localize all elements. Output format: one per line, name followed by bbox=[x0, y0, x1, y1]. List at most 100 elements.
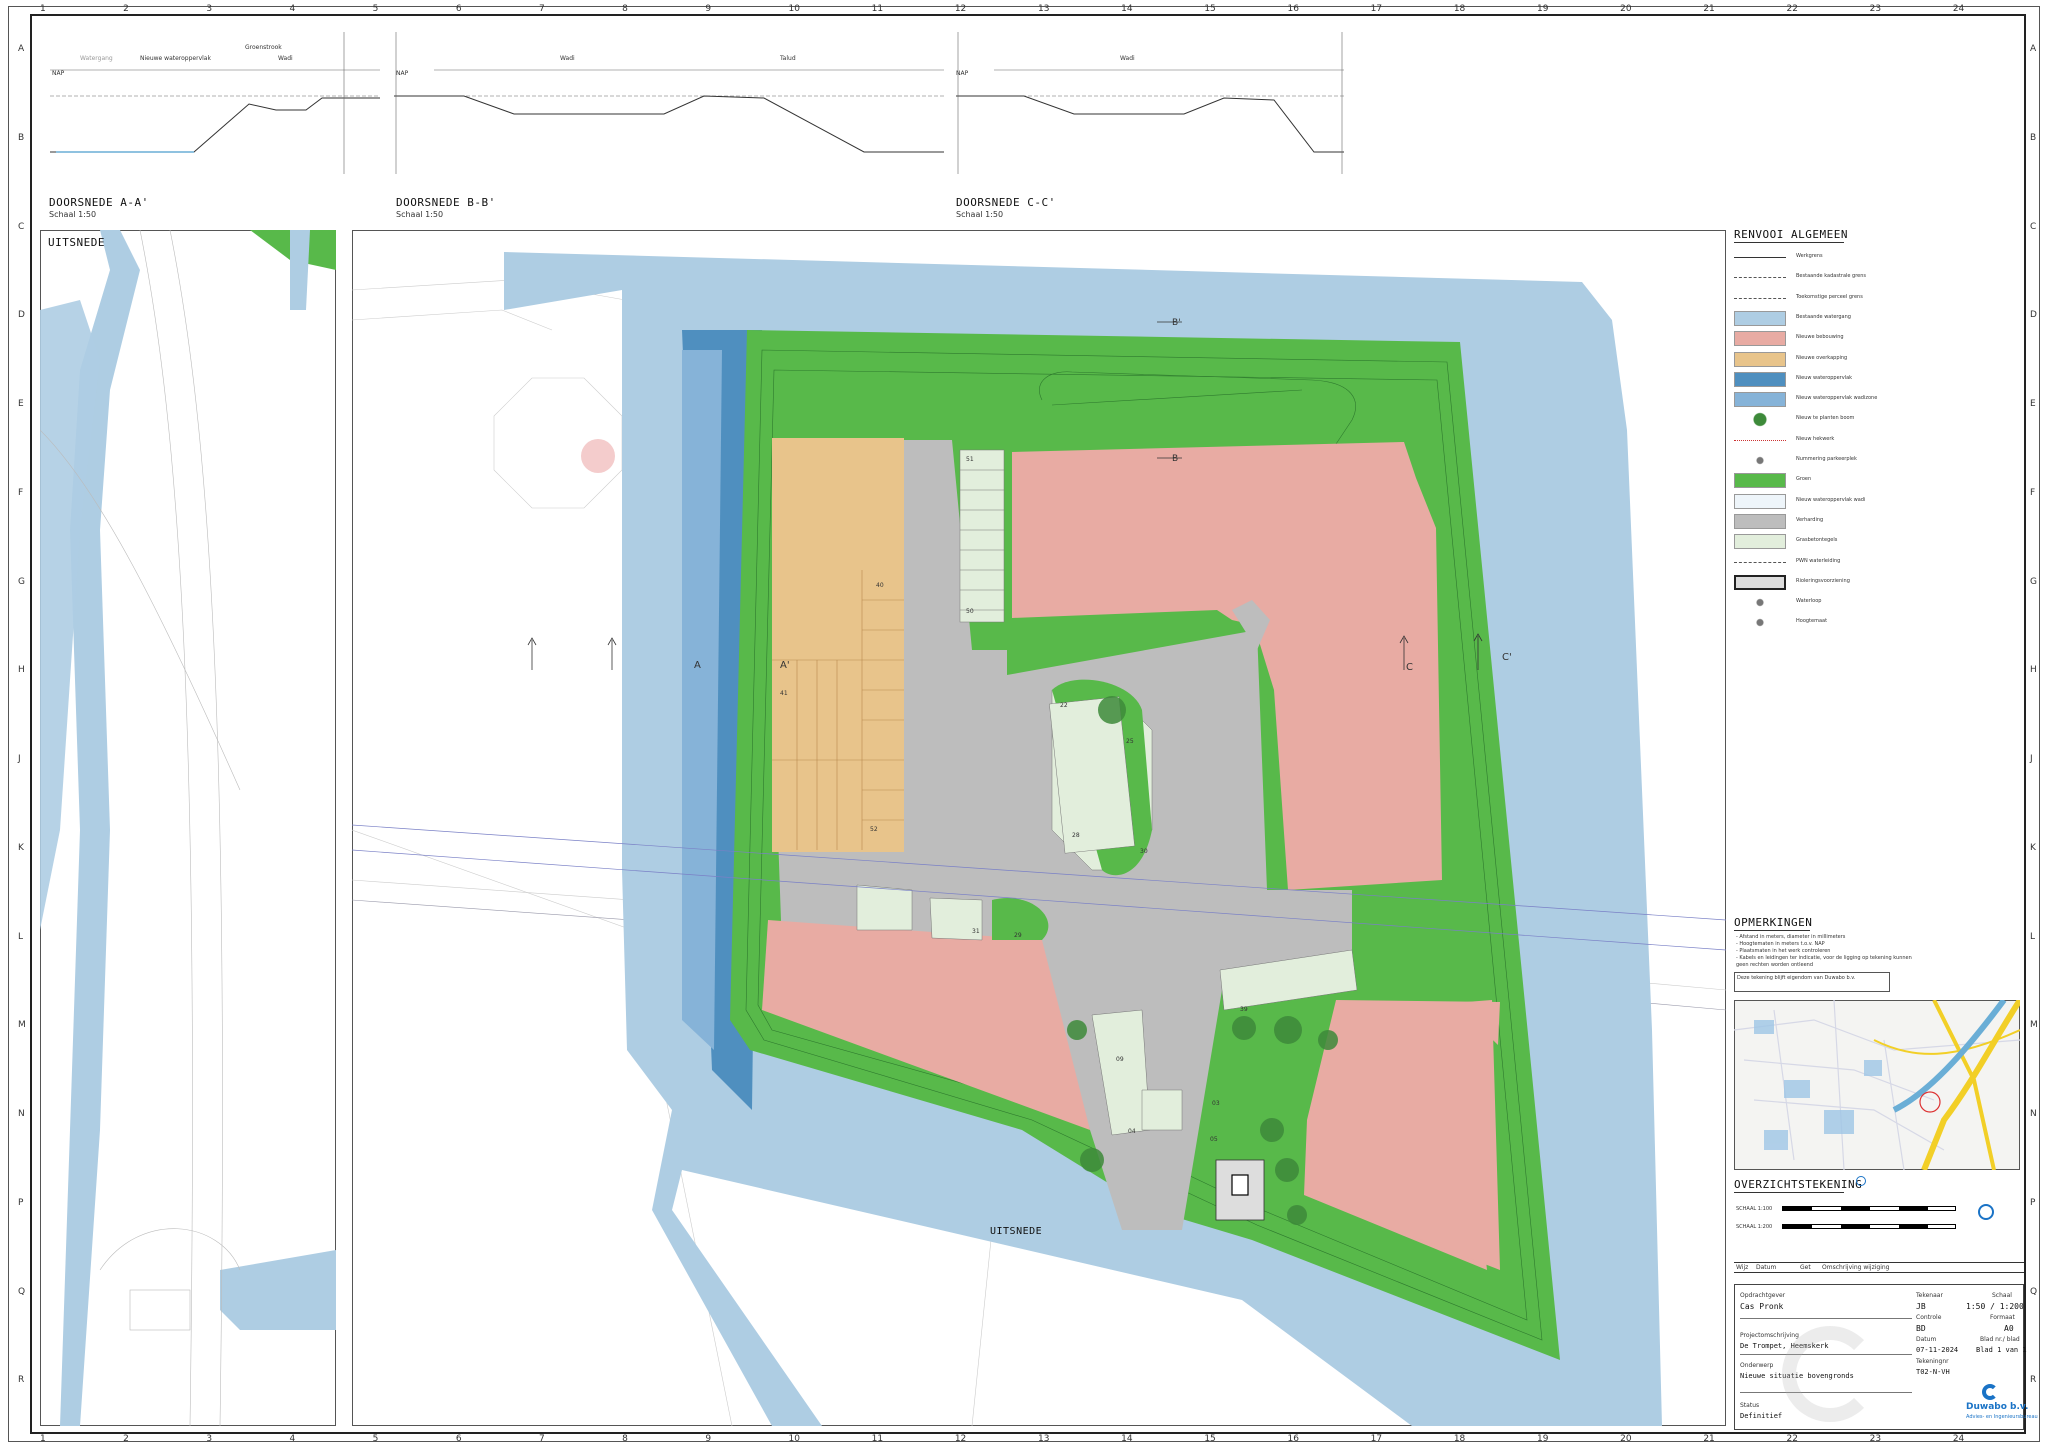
north-arrow-icon bbox=[1856, 1176, 1866, 1186]
revision-get: Get bbox=[1800, 1264, 1811, 1271]
legend-item: PWN waterleiding bbox=[1734, 555, 2034, 571]
plan-label-a-prime: A' bbox=[780, 660, 790, 671]
ruler-number: 10 bbox=[788, 4, 800, 14]
legend-item: Nieuwe overkapping bbox=[1734, 351, 2034, 368]
wadi-label-a: Wadi bbox=[278, 55, 293, 62]
tb-status-label: Status bbox=[1740, 1402, 1760, 1409]
ruler-number: 10 bbox=[788, 1434, 800, 1444]
ruler-number: 18 bbox=[1453, 4, 1466, 14]
legend-title-underline bbox=[1734, 242, 1844, 243]
tb-onderwerp-label: Onderwerp bbox=[1740, 1362, 1774, 1369]
ruler-number: 16 bbox=[1287, 4, 1299, 14]
tb-opdrachtgever: Cas Pronk bbox=[1740, 1302, 1784, 1311]
legend-item: Nummering parkeerplek bbox=[1734, 453, 2034, 469]
cross-sections-drawing bbox=[50, 32, 1344, 174]
ruler-number: 7 bbox=[539, 1434, 545, 1444]
ruler-letter: D bbox=[18, 310, 25, 321]
legend-swatch bbox=[1734, 310, 1786, 326]
ruler-number: 11 bbox=[871, 1434, 884, 1444]
remark-line: geen rechten worden ontleend bbox=[1736, 962, 1814, 968]
legend-swatch bbox=[1734, 277, 1786, 279]
ruler-number: 4 bbox=[289, 4, 296, 14]
tb-datum-label: Datum bbox=[1916, 1336, 1937, 1343]
legend-swatch bbox=[1734, 371, 1786, 387]
ruler-letter: K bbox=[2030, 842, 2036, 853]
legend-swatch bbox=[1734, 615, 1786, 631]
legend-swatch bbox=[1734, 574, 1786, 590]
ruler-number: 8 bbox=[622, 1434, 628, 1444]
ruler-number: 7 bbox=[539, 4, 545, 14]
ruler-letter: R bbox=[18, 1375, 25, 1386]
tb-formaat-label: Formaat bbox=[1990, 1314, 2015, 1321]
tb-tekenaar: JB bbox=[1916, 1302, 1926, 1311]
ownership-box: Deze tekening blijft eigendom van Duwabo… bbox=[1734, 972, 1890, 992]
section-a-title: DOORSNEDE A-A' bbox=[49, 196, 149, 209]
legend-item: Groen bbox=[1734, 473, 2034, 489]
remarks-underline bbox=[1734, 930, 1810, 931]
ruler-letter: A bbox=[2030, 44, 2037, 54]
parking-number: 41 bbox=[780, 690, 788, 697]
tb-controle: BD bbox=[1916, 1324, 1926, 1333]
ruler-number: 16 bbox=[1287, 1434, 1299, 1444]
parking-number: 52 bbox=[870, 826, 878, 833]
ruler-letter: M bbox=[18, 1020, 26, 1031]
legend-label: PWN waterleiding bbox=[1796, 557, 1841, 564]
legend-swatch bbox=[1734, 595, 1786, 611]
legend-swatch bbox=[1734, 534, 1786, 550]
ruler-letter: Q bbox=[18, 1286, 26, 1297]
ruler-number: 19 bbox=[1537, 1434, 1549, 1444]
watermark-logo-icon bbox=[1782, 1326, 1878, 1422]
legend-swatch bbox=[1734, 351, 1786, 367]
ruler-number: 14 bbox=[1121, 4, 1133, 14]
compass-icon bbox=[1978, 1204, 1994, 1220]
legend-label: Nieuw wateroppervlak wadizone bbox=[1796, 395, 1878, 402]
ruler-number: 3 bbox=[206, 4, 213, 14]
ruler-letter: B bbox=[2030, 132, 2037, 143]
plan-label-c: C bbox=[1406, 662, 1413, 673]
company-logo-icon bbox=[1982, 1384, 1998, 1400]
ruler-number: 24 bbox=[1952, 1434, 1965, 1444]
ruler-letter: Q bbox=[2030, 1286, 2038, 1297]
legend-item: Nieuw wateroppervlak bbox=[1734, 371, 2034, 388]
remark-line: - Kabels en leidingen ter indicatie, voo… bbox=[1736, 955, 1912, 961]
plan-label-uitsnede: UITSNEDE bbox=[990, 1226, 1043, 1237]
parking-number: 04 bbox=[1128, 1128, 1136, 1135]
ruler-number: 24 bbox=[1952, 4, 1965, 14]
nap-label-b: NAP bbox=[396, 70, 409, 77]
legend-label: Verharding bbox=[1796, 516, 1824, 523]
legend-swatch bbox=[1734, 392, 1786, 408]
parking-number: 40 bbox=[876, 582, 884, 589]
plan-label-a: A bbox=[694, 660, 701, 671]
ruler-number: 20 bbox=[1620, 4, 1632, 14]
plan-label-b-prime: B' bbox=[1172, 318, 1181, 328]
section-b-scale: Schaal 1:50 bbox=[396, 210, 444, 219]
legend-label: Hoogtemaat bbox=[1796, 618, 1828, 625]
scale-bar-2 bbox=[1782, 1224, 1956, 1229]
tb-tekenaar-label: Tekenaar bbox=[1916, 1292, 1943, 1299]
overview-map bbox=[1734, 1000, 2020, 1170]
tb-project-label: Projectomschrijving bbox=[1740, 1332, 1799, 1339]
ruler-letter: E bbox=[18, 399, 24, 409]
parking-number: 51 bbox=[966, 456, 974, 463]
parking-number: 05 bbox=[1210, 1136, 1218, 1143]
tb-line-1 bbox=[1740, 1318, 1912, 1319]
ruler-letter: R bbox=[2030, 1375, 2037, 1386]
legend-swatch bbox=[1734, 473, 1786, 489]
legend-item: Verharding bbox=[1734, 513, 2034, 530]
plan-label-c-prime: C' bbox=[1502, 652, 1512, 663]
ruler-number: 13 bbox=[1038, 1434, 1050, 1444]
uitsnede-panel bbox=[40, 230, 336, 1426]
ruler-number: 1 bbox=[40, 1434, 46, 1444]
ruler-letter: P bbox=[18, 1197, 24, 1208]
ruler-letter: N bbox=[18, 1109, 25, 1119]
ruler-number: 2 bbox=[123, 4, 129, 14]
ruler-letter: G bbox=[18, 576, 25, 587]
legend-label: Bestaande kadastrale grens bbox=[1796, 273, 1867, 280]
legend-item: Hoogtemaat bbox=[1734, 615, 2034, 631]
ruler-number: 17 bbox=[1370, 1434, 1383, 1444]
legend-item: Toekomstige perceel grens bbox=[1734, 291, 2034, 307]
ownership-text: Deze tekening blijft eigendom van Duwabo… bbox=[1737, 975, 1856, 981]
section-b-title: DOORSNEDE B-B' bbox=[396, 196, 496, 209]
legend-label: Nieuw hekwerk bbox=[1796, 435, 1835, 442]
ruler-letter: A bbox=[18, 44, 25, 54]
